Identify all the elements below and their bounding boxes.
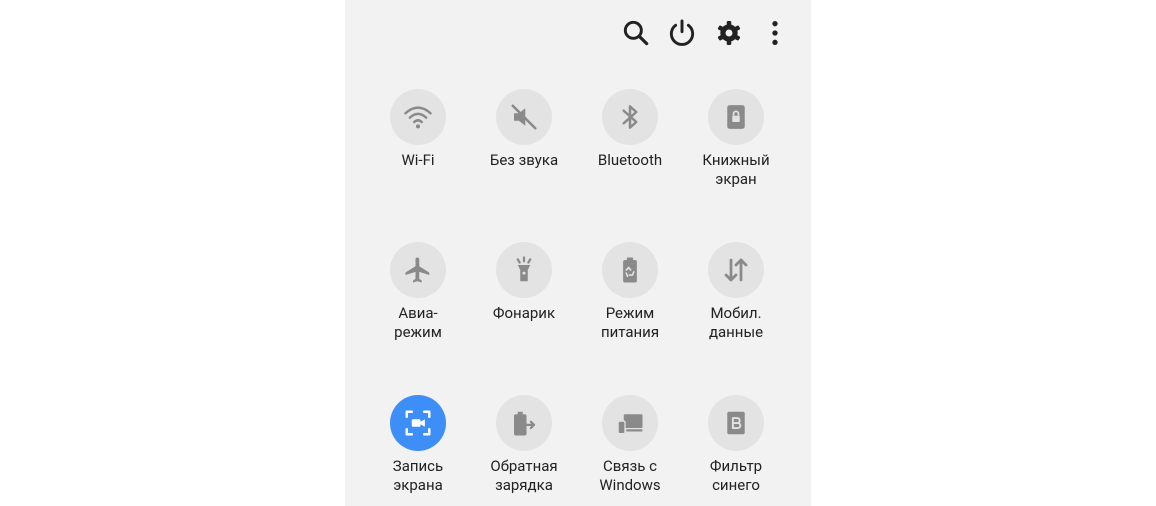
- settings-icon[interactable]: [713, 17, 745, 49]
- tile-link-to-windows-button[interactable]: [602, 395, 658, 451]
- tile-label: Bluetooth: [597, 151, 663, 169]
- tile-airplane-button[interactable]: [390, 242, 446, 298]
- tile-label: Фонарик: [492, 304, 556, 322]
- quick-settings-panel: Wi-Fi Без звука Bluetooth Книжный экран: [345, 0, 811, 506]
- tile-label: Без звука: [489, 151, 559, 169]
- tile-wifi-button[interactable]: [390, 89, 446, 145]
- tile-label: Связь с Windows: [599, 457, 661, 494]
- mobile-data-icon: [724, 258, 748, 282]
- tile-label: Авиа- режим: [394, 304, 442, 341]
- tile-label: Книжный экран: [702, 151, 770, 188]
- blue-light-filter-icon: [727, 411, 745, 435]
- tile-airplane[interactable]: Авиа- режим: [365, 242, 471, 342]
- more-options-icon[interactable]: [759, 17, 791, 49]
- airplane-icon: [405, 257, 430, 283]
- tile-label: Мобил. данные: [708, 304, 764, 341]
- tile-bluetooth[interactable]: Bluetooth: [577, 89, 683, 170]
- screen-record-icon: [405, 410, 431, 436]
- tile-reverse-charging[interactable]: Обратная зарядка: [471, 395, 577, 495]
- tile-wifi[interactable]: Wi-Fi: [365, 89, 471, 170]
- portrait-lock-icon: [727, 105, 745, 129]
- bluetooth-icon: [622, 105, 638, 129]
- tile-blue-light-filter-button[interactable]: [708, 395, 764, 451]
- wifi-icon: [404, 106, 432, 129]
- link-to-windows-icon: [617, 414, 643, 435]
- tile-blue-light-filter[interactable]: Фильтр синего: [683, 395, 789, 495]
- flashlight-icon: [516, 256, 532, 282]
- mute-icon: [511, 104, 537, 130]
- tile-label: Обратная зарядка: [490, 457, 558, 494]
- tile-power-mode-button[interactable]: [602, 242, 658, 298]
- tile-flashlight-button[interactable]: [496, 242, 552, 298]
- tile-link-to-windows[interactable]: Связь с Windows: [577, 395, 683, 495]
- search-icon[interactable]: [620, 17, 652, 49]
- power-icon[interactable]: [666, 17, 698, 49]
- tile-label: Wi-Fi: [401, 151, 435, 169]
- tile-power-mode[interactable]: Режим питания: [577, 242, 683, 342]
- tile-label: Запись экрана: [392, 457, 444, 494]
- reverse-charging-icon: [514, 411, 536, 436]
- power-mode-icon: [623, 257, 637, 283]
- tile-label: Фильтр синего: [709, 457, 763, 494]
- tile-label: Режим питания: [600, 304, 660, 341]
- tile-mute-button[interactable]: [496, 89, 552, 145]
- tile-reverse-charging-button[interactable]: [496, 395, 552, 451]
- tile-portrait-lock-button[interactable]: [708, 89, 764, 145]
- tile-portrait-lock[interactable]: Книжный экран: [683, 89, 789, 189]
- tile-screen-record[interactable]: Запись экрана: [365, 395, 471, 495]
- tile-mobile-data-button[interactable]: [708, 242, 764, 298]
- tile-screen-record-button[interactable]: [390, 395, 446, 451]
- tile-flashlight[interactable]: Фонарик: [471, 242, 577, 323]
- tile-mobile-data[interactable]: Мобил. данные: [683, 242, 789, 342]
- tile-mute[interactable]: Без звука: [471, 89, 577, 170]
- tile-bluetooth-button[interactable]: [602, 89, 658, 145]
